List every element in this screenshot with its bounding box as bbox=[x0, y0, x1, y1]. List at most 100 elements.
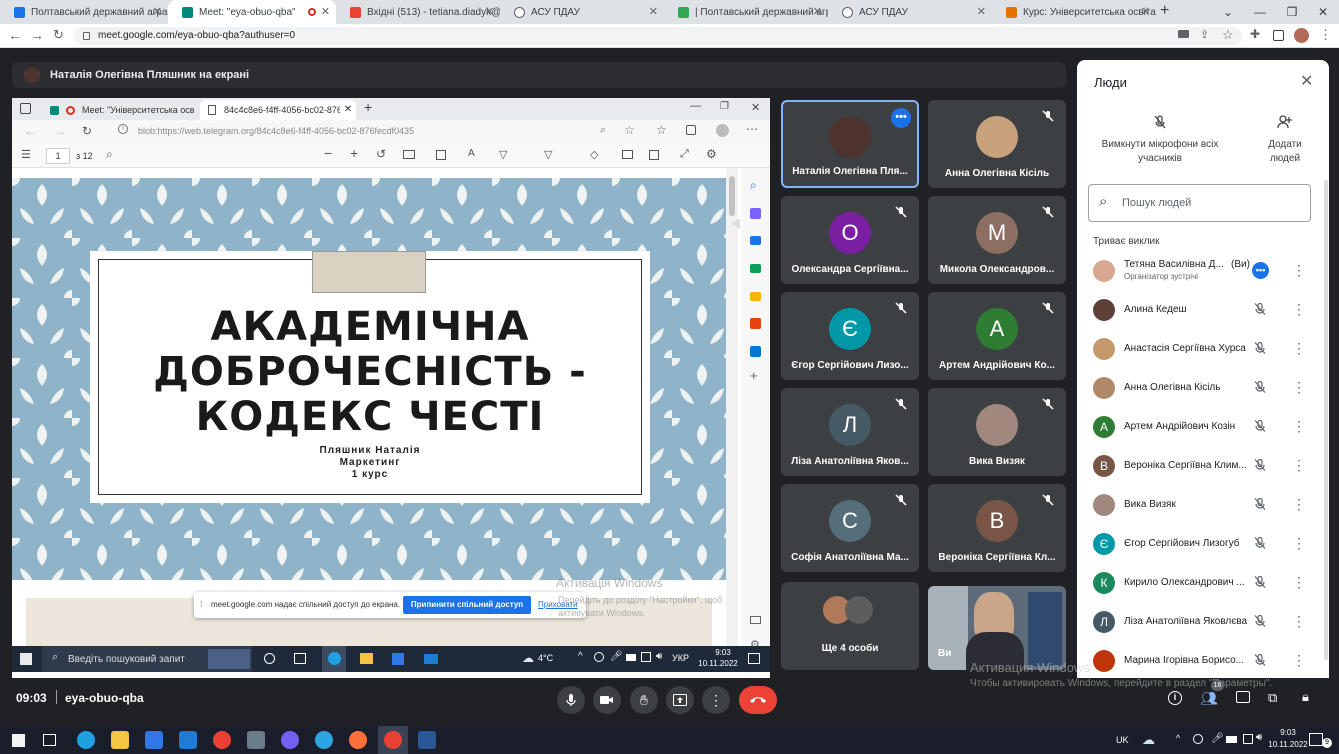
browser-tab[interactable]: Курс: Університетська освіта_н ✕ bbox=[992, 0, 1156, 24]
people-row[interactable]: В Вероніка Сергіївна Клим... ⋮ bbox=[1089, 448, 1315, 484]
more-actions-icon[interactable]: ⋮ bbox=[1292, 536, 1306, 550]
close-tab-icon[interactable]: ✕ bbox=[485, 5, 494, 18]
chrome-icon[interactable] bbox=[213, 731, 231, 749]
more-actions-icon[interactable]: ⋮ bbox=[1292, 380, 1306, 394]
store-icon[interactable] bbox=[145, 731, 163, 749]
browser-tab[interactable]: Полтавський державний аграр ✕ bbox=[0, 0, 168, 24]
self-video-tile[interactable]: Ви bbox=[928, 586, 1066, 670]
profile-avatar[interactable] bbox=[1294, 28, 1309, 43]
more-actions-icon[interactable]: ⋮ bbox=[1292, 341, 1306, 355]
mic-button[interactable] bbox=[557, 686, 585, 714]
mail-icon[interactable] bbox=[179, 731, 197, 749]
more-options-button[interactable]: ⋮ bbox=[702, 686, 730, 714]
more-actions-icon[interactable]: ⋮ bbox=[1292, 302, 1306, 316]
leave-call-button[interactable] bbox=[739, 686, 777, 714]
info-icon[interactable]: i bbox=[1168, 691, 1182, 705]
participant-tile[interactable]: Є Єгор Сергійович Лизо... bbox=[781, 292, 919, 380]
battery-icon[interactable] bbox=[1226, 736, 1237, 743]
panel-scrollbar[interactable] bbox=[1324, 180, 1328, 660]
file-explorer-icon[interactable] bbox=[111, 731, 129, 749]
mic-tray-icon[interactable]: 🎤︎ bbox=[1211, 733, 1224, 744]
participant-tile[interactable]: Л Ліза Анатоліївна Яков... bbox=[781, 388, 919, 476]
close-tab-icon[interactable]: ✕ bbox=[153, 5, 162, 18]
people-row[interactable]: Алина Кедеш ⋮ bbox=[1089, 292, 1315, 328]
chat-icon[interactable] bbox=[1236, 691, 1250, 703]
close-window-icon[interactable]: ✕ bbox=[1307, 0, 1339, 24]
restore-icon[interactable]: ❐ bbox=[1276, 0, 1308, 24]
extensions-icon[interactable]: ✚ bbox=[1250, 27, 1260, 41]
more-actions-icon[interactable]: ⋮ bbox=[1292, 263, 1306, 277]
menu-kebab-icon[interactable]: ⋮ bbox=[1319, 27, 1332, 43]
viber-icon[interactable] bbox=[281, 731, 299, 749]
raise-hand-button[interactable]: ✋︎ bbox=[630, 686, 658, 714]
share-icon[interactable]: ⇪ bbox=[1200, 28, 1209, 41]
more-participants-tile[interactable]: Ще 4 особи bbox=[781, 582, 919, 670]
people-icon[interactable]: 👥︎ bbox=[1200, 690, 1218, 707]
people-row-self[interactable]: Тетяна Василівна Д... (Ви) Організатор з… bbox=[1089, 252, 1315, 292]
windows-start-icon[interactable] bbox=[12, 734, 25, 747]
clock-time[interactable]: 9:03 bbox=[1263, 728, 1313, 737]
present-button[interactable] bbox=[666, 686, 694, 714]
camera-button[interactable] bbox=[593, 686, 621, 714]
more-actions-icon[interactable]: ⋮ bbox=[1292, 419, 1306, 433]
participant-tile[interactable]: Анна Олегівна Кісіль bbox=[928, 100, 1066, 188]
browser-tab[interactable]: | Полтавський державний агра ✕ bbox=[664, 0, 828, 24]
chrome-active-icon[interactable] bbox=[384, 731, 402, 749]
edge-icon[interactable] bbox=[77, 731, 95, 749]
browser-tab[interactable]: Вхідні (513) - tetiana.diadyk@p ✕ bbox=[336, 0, 500, 24]
people-row[interactable]: Л Ліза Анатоліївна Яковлєва ⋮ bbox=[1089, 604, 1315, 640]
more-actions-icon[interactable]: ⋮ bbox=[1292, 497, 1306, 511]
participant-tile[interactable]: О Олександра Сергіївна... bbox=[781, 196, 919, 284]
back-icon[interactable]: ← bbox=[8, 27, 22, 43]
people-row[interactable]: Вика Визяк ⋮ bbox=[1089, 487, 1315, 523]
participant-tile[interactable]: ••• Наталія Олегівна Пля... bbox=[781, 100, 919, 188]
people-search-input[interactable]: ⌕ Пошук людей bbox=[1088, 184, 1311, 222]
reload-icon[interactable]: ↻ bbox=[53, 27, 64, 43]
more-actions-icon[interactable]: ⋮ bbox=[1292, 614, 1306, 628]
people-row[interactable]: Марина Ігорівна Борисо... ⋮ bbox=[1089, 643, 1315, 679]
more-actions-icon[interactable]: ⋮ bbox=[1292, 458, 1306, 472]
browser-tab[interactable]: АСУ ПДАУ ✕ bbox=[828, 0, 992, 24]
bookmark-star-icon[interactable]: ☆ bbox=[1222, 27, 1234, 43]
keyboard-lang[interactable]: UK bbox=[1116, 735, 1129, 745]
close-tab-icon[interactable]: ✕ bbox=[1141, 5, 1150, 18]
people-row[interactable]: Анастасія Сергіївна Хурса ⋮ bbox=[1089, 331, 1315, 367]
side-panel-icon[interactable] bbox=[1273, 30, 1284, 41]
telegram-icon[interactable] bbox=[315, 731, 333, 749]
minimize-icon[interactable]: — bbox=[1244, 0, 1276, 24]
forward-icon[interactable]: → bbox=[30, 27, 44, 43]
more-options-icon[interactable]: ••• bbox=[891, 108, 911, 128]
notification-center-icon[interactable] bbox=[1309, 733, 1323, 746]
tab-search-icon[interactable]: ⌄ bbox=[1212, 0, 1244, 24]
new-tab-icon[interactable]: + bbox=[1160, 2, 1169, 20]
network-icon[interactable] bbox=[1243, 734, 1253, 744]
people-row[interactable]: А Артем Андрійович Козін ⋮ bbox=[1089, 409, 1315, 445]
activities-icon[interactable]: ⧉ bbox=[1268, 690, 1277, 706]
more-actions-icon[interactable]: ⋮ bbox=[1292, 653, 1306, 667]
tray-chevron-icon[interactable]: ^ bbox=[1176, 733, 1180, 743]
address-bar[interactable]: meet.google.com/eya-obuo-qba?authuser=0 bbox=[74, 27, 1242, 45]
people-row[interactable]: Є Єгор Сергійович Лизогуб ⋮ bbox=[1089, 526, 1315, 562]
close-panel-icon[interactable]: ✕ bbox=[1300, 71, 1313, 91]
firefox-icon[interactable] bbox=[349, 731, 367, 749]
mute-all-button[interactable]: Вимкнути мікрофони всіх учасників bbox=[1097, 114, 1223, 166]
people-row[interactable]: Анна Олегівна Кісіль ⋮ bbox=[1089, 370, 1315, 406]
participant-tile[interactable]: Вика Визяк bbox=[928, 388, 1066, 476]
weather-icon[interactable]: ☁ bbox=[1142, 732, 1155, 748]
more-actions-icon[interactable]: ⋮ bbox=[1292, 575, 1306, 589]
close-tab-icon[interactable]: ✕ bbox=[321, 5, 330, 18]
participant-tile[interactable]: В Вероніка Сергіївна Кл... bbox=[928, 484, 1066, 572]
close-tab-icon[interactable]: ✕ bbox=[977, 5, 986, 18]
participant-tile[interactable]: С Софія Анатоліївна Ма... bbox=[781, 484, 919, 572]
browser-tab-active[interactable]: Meet: "eya-obuo-qba" ✕ bbox=[168, 0, 336, 24]
tray-app-icon[interactable] bbox=[1193, 734, 1203, 744]
word-icon[interactable] bbox=[418, 731, 436, 749]
people-row[interactable]: К Кирило Олександрович ... ⋮ bbox=[1089, 565, 1315, 601]
cast-icon[interactable] bbox=[1178, 30, 1189, 38]
paint-icon[interactable] bbox=[247, 731, 265, 749]
task-view-icon[interactable] bbox=[43, 734, 56, 746]
participant-tile[interactable]: А Артем Андрійович Ко... bbox=[928, 292, 1066, 380]
close-tab-icon[interactable]: ✕ bbox=[649, 5, 658, 18]
add-people-button[interactable]: Додати людей bbox=[1257, 114, 1313, 166]
close-tab-icon[interactable]: ✕ bbox=[813, 5, 822, 18]
